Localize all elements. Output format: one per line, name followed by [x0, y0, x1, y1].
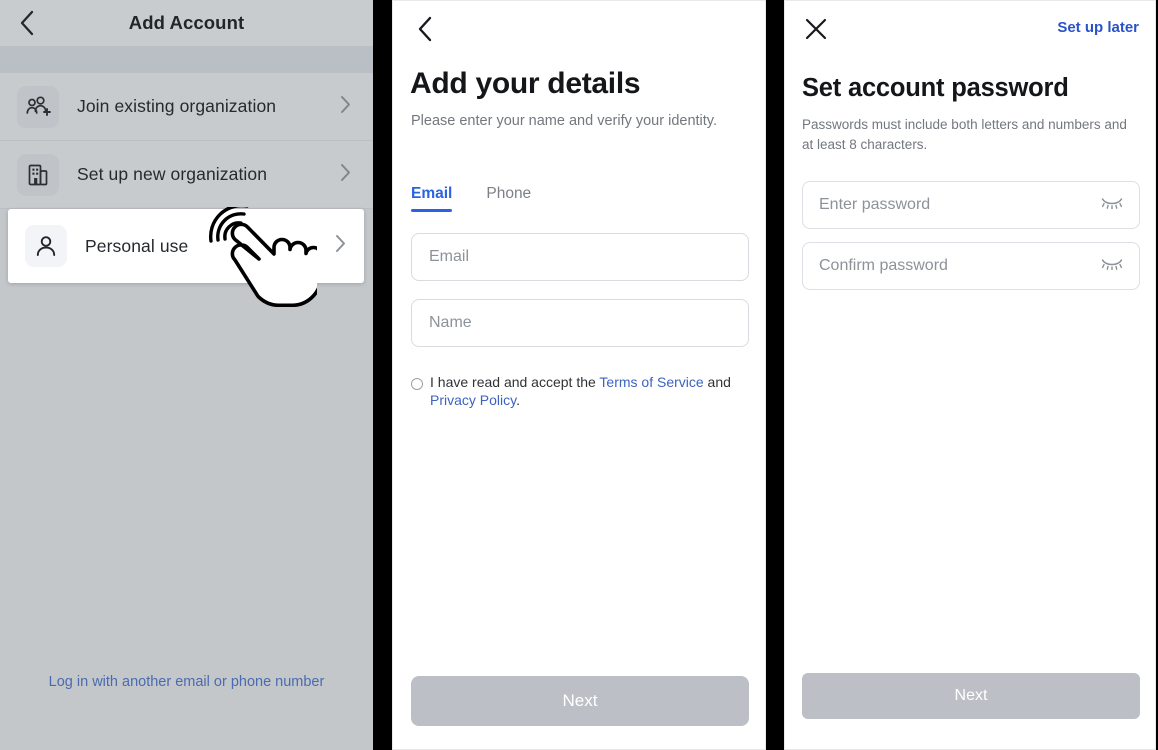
- set-password-screen: Set up later Set account password Passwo…: [784, 0, 1156, 750]
- email-input[interactable]: Email: [411, 233, 749, 281]
- eye-closed-icon[interactable]: [1101, 257, 1123, 275]
- terms-prefix: I have read and accept the: [430, 374, 600, 390]
- tab-phone[interactable]: Phone: [486, 185, 531, 212]
- panel-separator: [766, 0, 784, 750]
- confirm-password-input[interactable]: Confirm password: [802, 242, 1140, 290]
- option-personal-use[interactable]: Personal use: [8, 209, 364, 283]
- page-title: Add Account: [128, 12, 245, 33]
- add-people-icon: [17, 85, 59, 128]
- name-input[interactable]: Name: [411, 299, 749, 347]
- option-label: Join existing organization: [77, 96, 277, 116]
- add-details-screen: Add your details Please enter your name …: [392, 0, 766, 750]
- terms-acceptance-row[interactable]: I have read and accept the Terms of Serv…: [411, 374, 741, 409]
- person-icon: [25, 225, 67, 267]
- option-join-existing-organization[interactable]: Join existing organization: [0, 73, 373, 141]
- option-label: Set up new organization: [77, 164, 268, 184]
- password-input[interactable]: Enter password: [802, 181, 1140, 229]
- next-button[interactable]: Next: [411, 676, 749, 726]
- add-account-screen: Add Account Join existing organization S…: [0, 0, 373, 750]
- close-button[interactable]: [801, 14, 831, 44]
- chevron-right-icon: [340, 163, 351, 187]
- password-placeholder: Enter password: [819, 196, 931, 213]
- back-button[interactable]: [12, 8, 42, 38]
- header-subbar: [0, 46, 373, 73]
- tab-email[interactable]: Email: [411, 185, 453, 212]
- chevron-left-icon: [418, 16, 432, 42]
- option-set-up-new-organization[interactable]: Set up new organization: [0, 141, 373, 209]
- terms-radio-button[interactable]: [411, 378, 423, 390]
- login-another-account-link[interactable]: Log in with another email or phone numbe…: [49, 674, 325, 690]
- building-icon: [17, 153, 59, 196]
- screenshot-stage: Add Account Join existing organization S…: [0, 0, 1158, 750]
- terms-text: I have read and accept the Terms of Serv…: [430, 374, 741, 409]
- confirm-password-placeholder: Confirm password: [819, 257, 948, 274]
- contact-method-tabs: Email Phone: [411, 185, 531, 212]
- next-button[interactable]: Next: [802, 673, 1140, 719]
- add-account-header: Add Account: [0, 0, 373, 46]
- close-x-icon: [805, 18, 827, 40]
- chevron-left-icon: [20, 10, 34, 36]
- eye-closed-icon[interactable]: [1101, 196, 1123, 214]
- page-subtitle: Passwords must include both letters and …: [802, 117, 1127, 152]
- back-button[interactable]: [409, 13, 441, 45]
- chevron-right-icon: [335, 234, 346, 258]
- terms-suffix: .: [516, 391, 520, 408]
- panel-separator: [373, 0, 392, 750]
- set-up-later-link[interactable]: Set up later: [1057, 19, 1139, 36]
- privacy-policy-link[interactable]: Privacy Policy: [430, 392, 516, 408]
- option-label: Personal use: [85, 235, 189, 256]
- page-title: Add your details: [410, 67, 641, 100]
- login-footer: Log in with another email or phone numbe…: [0, 620, 373, 750]
- terms-of-service-link[interactable]: Terms of Service: [599, 374, 703, 390]
- page-subtitle: Please enter your name and verify your i…: [411, 113, 718, 129]
- page-title: Set account password: [802, 74, 1069, 102]
- chevron-right-icon: [340, 95, 351, 119]
- terms-middle: and: [703, 374, 731, 390]
